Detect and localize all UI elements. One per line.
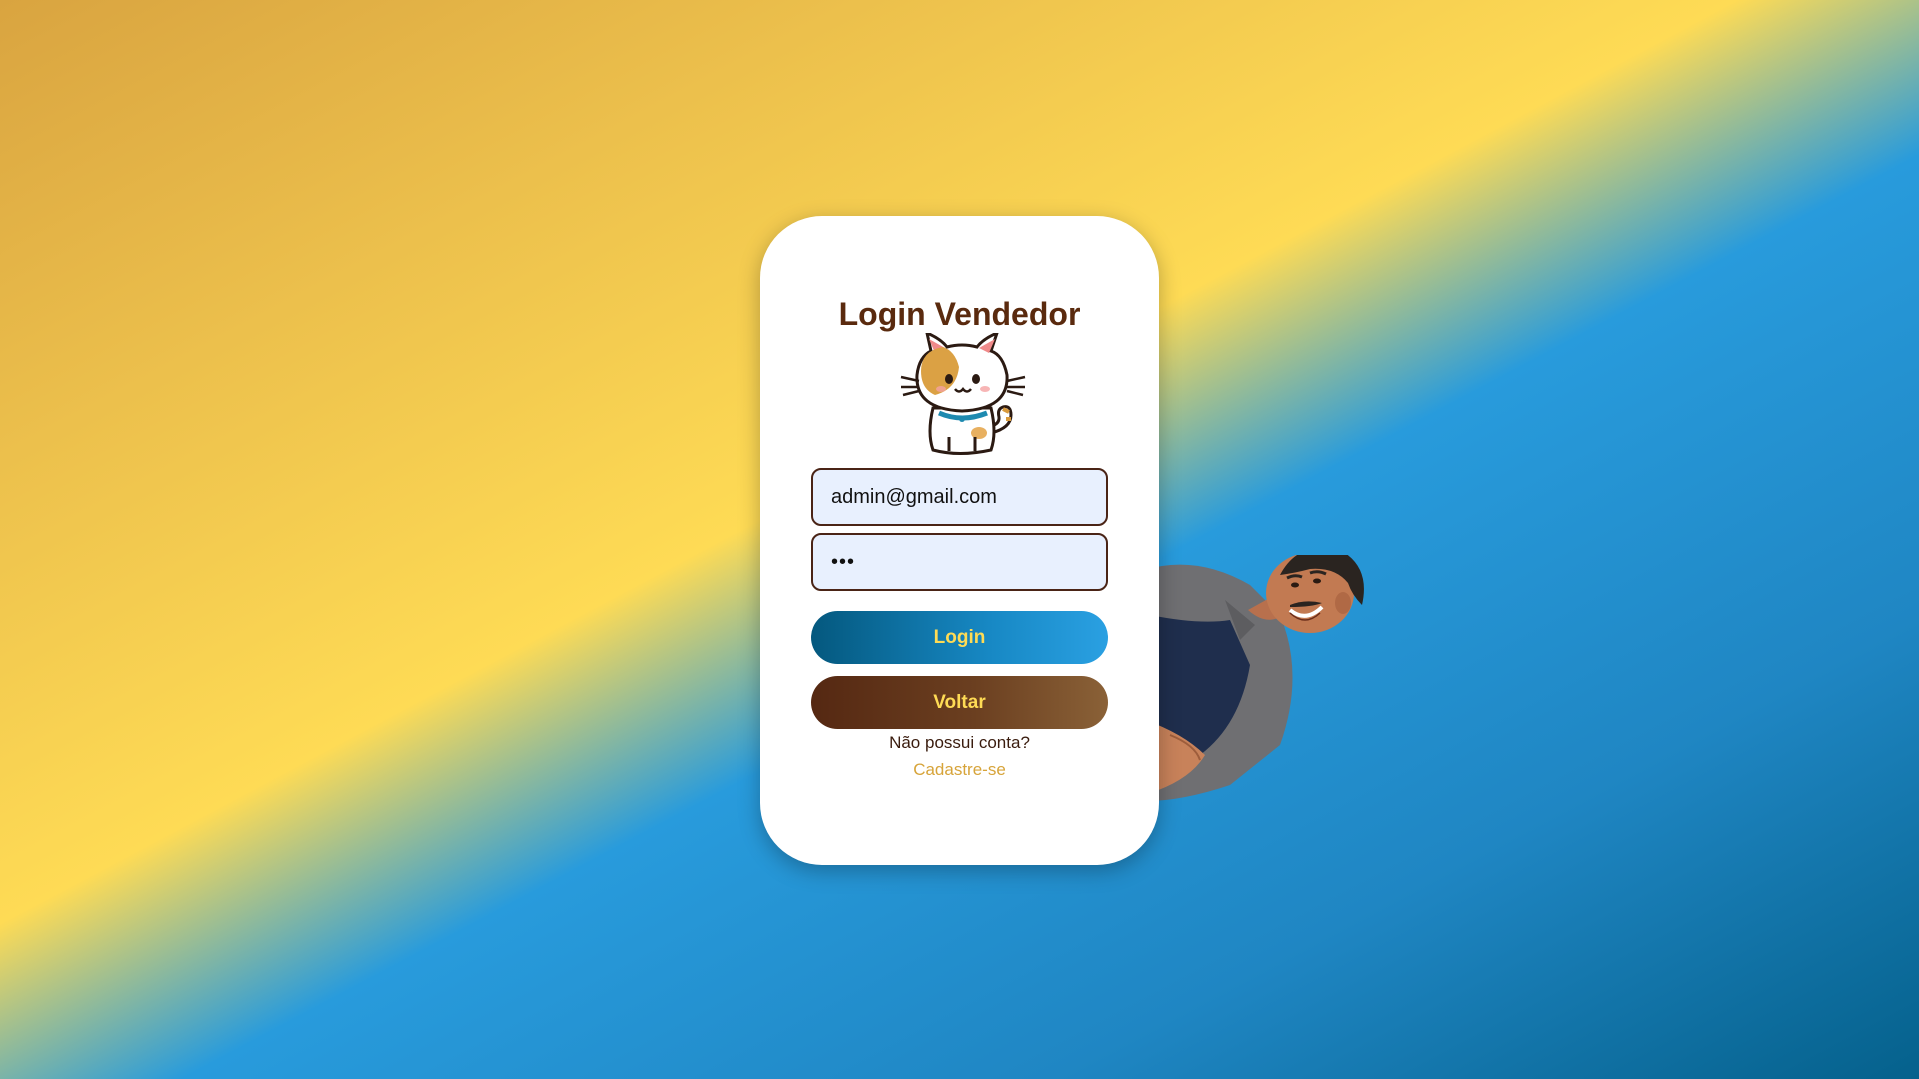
password-field[interactable] bbox=[811, 533, 1108, 591]
back-button[interactable]: Voltar bbox=[811, 676, 1108, 729]
cat-mascot-icon bbox=[900, 333, 1026, 455]
login-button[interactable]: Login bbox=[811, 611, 1108, 664]
page-title: Login Vendedor bbox=[838, 296, 1081, 332]
no-account-text: Não possui conta? bbox=[889, 733, 1030, 752]
seller-illustration bbox=[1130, 555, 1364, 801]
email-field[interactable] bbox=[811, 468, 1108, 526]
login-card: Login Vendedor Login Voltar bbox=[760, 216, 1159, 865]
signup-link[interactable]: Cadastre-se bbox=[760, 760, 1159, 780]
